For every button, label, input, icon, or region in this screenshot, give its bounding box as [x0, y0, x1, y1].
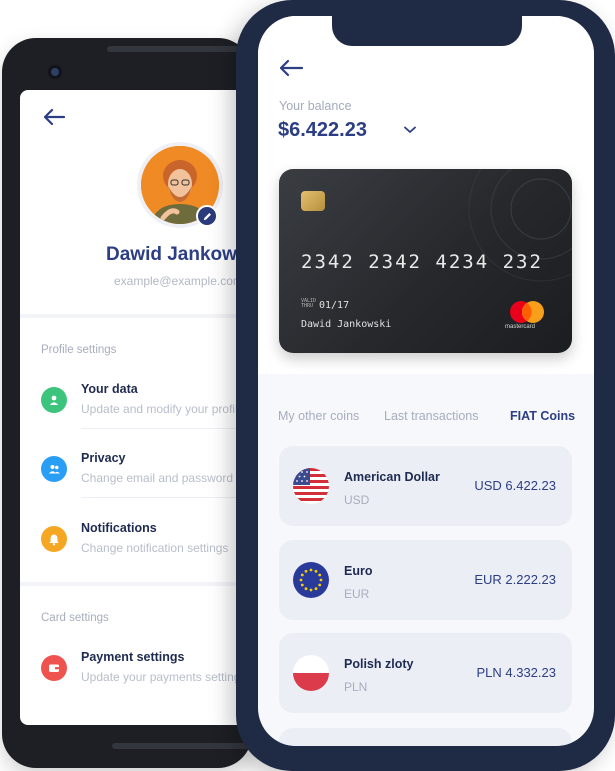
wallet-screen: Your balance $6.422.23 2342 2342 4234 23… — [258, 16, 594, 746]
coin-amount: USD 6.422.23 — [474, 478, 556, 493]
profile-email: example@example.com — [114, 274, 243, 288]
setting-title: Payment settings — [81, 650, 185, 664]
tab-fiat-coins[interactable]: FIAT Coins — [510, 409, 575, 423]
setting-description: Update your payments settings — [81, 670, 247, 684]
poland-flag-icon — [293, 655, 329, 691]
coin-name: American Dollar — [344, 470, 440, 484]
pencil-icon — [203, 212, 211, 220]
profile-name: Dawid Jankowski — [106, 244, 252, 265]
phone-notch — [332, 16, 522, 46]
coin-code: PLN — [344, 680, 368, 694]
credit-card[interactable]: 2342 2342 4234 232 VALID THRU 01/17 Dawi… — [279, 169, 572, 353]
android-phone-frame: Dawid Jankowski example@example.com Prof… — [2, 38, 252, 768]
card-brand: mastercard — [505, 324, 536, 330]
chevron-down-icon[interactable] — [404, 126, 416, 134]
setting-privacy[interactable]: Privacy Change email and password — [41, 451, 252, 498]
balance-amount[interactable]: $6.422.23 — [278, 119, 367, 142]
setting-title: Notifications — [81, 521, 157, 535]
bell-icon — [41, 526, 67, 552]
card-chip-icon — [301, 191, 325, 211]
balance-label: Your balance — [279, 99, 352, 113]
app-showcase: Dawid Jankowski example@example.com Prof… — [0, 0, 615, 771]
setting-title: Privacy — [81, 451, 126, 465]
setting-description: Change email and password — [81, 471, 234, 485]
valid-thru-label: VALID THRU — [301, 298, 317, 309]
setting-your-data[interactable]: Your data Update and modify your profile — [41, 382, 252, 429]
card-settings-title: Card settings — [41, 612, 109, 624]
eu-flag-icon — [293, 562, 329, 598]
coin-code: USD — [344, 493, 370, 507]
coin-row-eur[interactable]: Euro EUR EUR 2.222.23 — [279, 540, 572, 620]
back-arrow-icon[interactable] — [278, 58, 304, 78]
wallet-icon — [41, 655, 67, 681]
setting-notifications[interactable]: Notifications Change notification settin… — [41, 521, 252, 565]
edit-avatar-button[interactable] — [196, 205, 218, 227]
mastercard-logo-icon — [510, 301, 544, 323]
setting-title: Your data — [81, 382, 138, 396]
top-speaker — [107, 46, 247, 52]
balance-section: Your balance $6.422.23 2342 2342 4234 23… — [258, 16, 594, 374]
setting-payment[interactable]: Payment settings Update your payments se… — [41, 650, 252, 694]
coin-row-pln[interactable]: Polish zloty PLN PLN 4.332.23 — [279, 633, 572, 713]
row-divider — [81, 428, 252, 429]
coin-name: Euro — [344, 564, 373, 578]
coin-row-usd[interactable]: American Dollar USD USD 6.422.23 — [279, 446, 572, 526]
section-divider — [20, 314, 252, 318]
coin-amount: EUR 2.222.23 — [474, 572, 556, 587]
coin-amount: PLN 4.332.23 — [476, 665, 556, 680]
setting-description: Change notification settings — [81, 541, 229, 555]
profile-screen: Dawid Jankowski example@example.com Prof… — [20, 90, 252, 725]
card-number: 2342 2342 4234 232 — [301, 251, 543, 273]
card-holder: Dawid Jankowski — [301, 319, 392, 330]
iphone-frame: Your balance $6.422.23 2342 2342 4234 23… — [236, 0, 615, 771]
tab-last-transactions[interactable]: Last transactions — [384, 409, 479, 423]
bottom-speaker — [112, 743, 252, 749]
back-arrow-icon[interactable] — [42, 107, 66, 127]
people-icon — [41, 456, 67, 482]
front-camera — [48, 65, 62, 79]
card-expiry: 01/17 — [319, 300, 350, 311]
user-icon — [41, 387, 67, 413]
coin-code: EUR — [344, 587, 370, 601]
section-divider — [20, 582, 252, 586]
setting-description: Update and modify your profile — [81, 402, 245, 416]
tab-my-other-coins[interactable]: My other coins — [278, 409, 359, 423]
coin-tabs: My other coins Last transactions FIAT Co… — [278, 409, 578, 429]
row-divider — [81, 497, 252, 498]
coin-row-partial[interactable] — [279, 728, 572, 746]
coin-name: Polish zloty — [344, 657, 414, 671]
profile-settings-title: Profile settings — [41, 344, 117, 356]
usa-flag-icon — [293, 468, 329, 504]
